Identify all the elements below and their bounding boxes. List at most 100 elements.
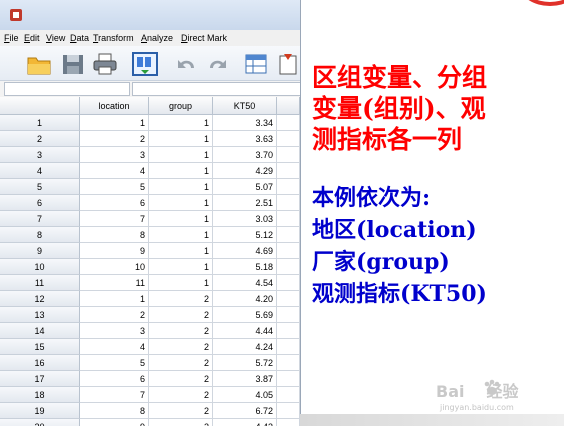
- cell-kt50[interactable]: 4.44: [213, 323, 277, 339]
- cell-reference-field[interactable]: [4, 82, 130, 96]
- cell-location[interactable]: 10: [80, 259, 149, 275]
- cell-empty[interactable]: [277, 131, 300, 147]
- cell-group[interactable]: 1: [149, 163, 213, 179]
- row-number[interactable]: 5: [0, 179, 80, 195]
- cell-empty[interactable]: [277, 195, 300, 211]
- cell-kt50[interactable]: 4.24: [213, 339, 277, 355]
- cell-group[interactable]: 1: [149, 211, 213, 227]
- cell-location[interactable]: 7: [80, 211, 149, 227]
- row-number[interactable]: 3: [0, 147, 80, 163]
- grid-corner[interactable]: [0, 97, 80, 115]
- cell-kt50[interactable]: 5.72: [213, 355, 277, 371]
- column-header-kt50[interactable]: KT50: [213, 97, 277, 115]
- row-number[interactable]: 13: [0, 307, 80, 323]
- row-number[interactable]: 19: [0, 403, 80, 419]
- cell-location[interactable]: 2: [80, 131, 149, 147]
- row-number[interactable]: 18: [0, 387, 80, 403]
- cell-location[interactable]: 5: [80, 355, 149, 371]
- cell-location[interactable]: 9: [80, 419, 149, 426]
- menu-transform[interactable]: Transform: [93, 33, 134, 43]
- cell-empty[interactable]: [277, 371, 300, 387]
- cell-kt50[interactable]: 3.03: [213, 211, 277, 227]
- column-header-empty[interactable]: [277, 97, 300, 115]
- cell-kt50[interactable]: 4.29: [213, 163, 277, 179]
- cell-empty[interactable]: [277, 147, 300, 163]
- cell-empty[interactable]: [277, 163, 300, 179]
- cell-group[interactable]: 2: [149, 307, 213, 323]
- cell-group[interactable]: 2: [149, 387, 213, 403]
- cell-group[interactable]: 1: [149, 259, 213, 275]
- cell-group[interactable]: 2: [149, 323, 213, 339]
- cell-kt50[interactable]: 3.63: [213, 131, 277, 147]
- cell-kt50[interactable]: 4.20: [213, 291, 277, 307]
- cell-location[interactable]: 9: [80, 243, 149, 259]
- cell-empty[interactable]: [277, 179, 300, 195]
- cell-kt50[interactable]: 5.18: [213, 259, 277, 275]
- goto-case-icon[interactable]: [244, 52, 270, 76]
- row-number[interactable]: 20: [0, 419, 80, 426]
- cell-empty[interactable]: [277, 211, 300, 227]
- row-number[interactable]: 4: [0, 163, 80, 179]
- cell-group[interactable]: 1: [149, 131, 213, 147]
- row-number[interactable]: 2: [0, 131, 80, 147]
- row-number[interactable]: 9: [0, 243, 80, 259]
- menu-view[interactable]: View: [46, 33, 65, 43]
- row-number[interactable]: 14: [0, 323, 80, 339]
- row-number[interactable]: 7: [0, 211, 80, 227]
- cell-location[interactable]: 1: [80, 291, 149, 307]
- cell-location[interactable]: 6: [80, 371, 149, 387]
- cell-group[interactable]: 1: [149, 227, 213, 243]
- menu-edit[interactable]: Edit: [24, 33, 40, 43]
- redo-icon[interactable]: [204, 52, 230, 76]
- cell-kt50[interactable]: 3.34: [213, 115, 277, 131]
- cell-group[interactable]: 1: [149, 243, 213, 259]
- cell-kt50[interactable]: 4.43: [213, 419, 277, 426]
- cell-group[interactable]: 2: [149, 403, 213, 419]
- menu-data[interactable]: Data: [70, 33, 89, 43]
- open-folder-icon[interactable]: [26, 52, 52, 76]
- column-header-group[interactable]: group: [149, 97, 213, 115]
- cell-group[interactable]: 1: [149, 179, 213, 195]
- undo-icon[interactable]: [174, 52, 200, 76]
- row-number[interactable]: 12: [0, 291, 80, 307]
- cell-empty[interactable]: [277, 419, 300, 426]
- cell-location[interactable]: 4: [80, 339, 149, 355]
- cell-location[interactable]: 4: [80, 163, 149, 179]
- cell-kt50[interactable]: 6.72: [213, 403, 277, 419]
- cell-empty[interactable]: [277, 275, 300, 291]
- save-icon[interactable]: [60, 52, 86, 76]
- menu-file[interactable]: File: [4, 33, 19, 43]
- cell-empty[interactable]: [277, 307, 300, 323]
- cell-empty[interactable]: [277, 243, 300, 259]
- cell-group[interactable]: 1: [149, 147, 213, 163]
- cell-location[interactable]: 7: [80, 387, 149, 403]
- menu-analyze[interactable]: Analyze: [141, 33, 173, 43]
- cell-empty[interactable]: [277, 259, 300, 275]
- cell-location[interactable]: 6: [80, 195, 149, 211]
- cell-empty[interactable]: [277, 323, 300, 339]
- cell-kt50[interactable]: 3.87: [213, 371, 277, 387]
- print-icon[interactable]: [92, 52, 118, 76]
- recall-dialog-icon[interactable]: [132, 52, 158, 76]
- insert-cases-icon[interactable]: [276, 52, 301, 76]
- cell-group[interactable]: 2: [149, 419, 213, 426]
- row-number[interactable]: 16: [0, 355, 80, 371]
- menu-direct-marketing[interactable]: Direct Mark: [181, 33, 227, 43]
- cell-group[interactable]: 1: [149, 275, 213, 291]
- cell-location[interactable]: 8: [80, 403, 149, 419]
- cell-location[interactable]: 3: [80, 323, 149, 339]
- cell-group[interactable]: 2: [149, 291, 213, 307]
- cell-value-field[interactable]: [132, 82, 300, 96]
- row-number[interactable]: 11: [0, 275, 80, 291]
- row-number[interactable]: 8: [0, 227, 80, 243]
- cell-group[interactable]: 2: [149, 371, 213, 387]
- cell-location[interactable]: 11: [80, 275, 149, 291]
- cell-kt50[interactable]: 3.70: [213, 147, 277, 163]
- cell-group[interactable]: 1: [149, 195, 213, 211]
- cell-kt50[interactable]: 5.69: [213, 307, 277, 323]
- cell-kt50[interactable]: 4.05: [213, 387, 277, 403]
- cell-empty[interactable]: [277, 355, 300, 371]
- cell-location[interactable]: 2: [80, 307, 149, 323]
- cell-kt50[interactable]: 2.51: [213, 195, 277, 211]
- cell-group[interactable]: 2: [149, 339, 213, 355]
